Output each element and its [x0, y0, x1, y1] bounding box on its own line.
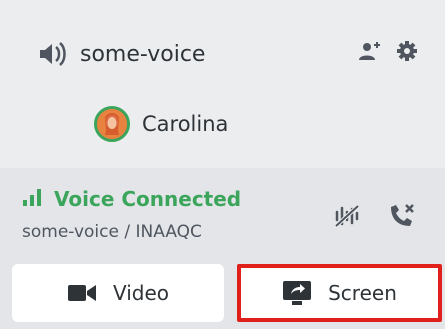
screen-share-icon — [282, 280, 312, 306]
user-name: Carolina — [142, 112, 229, 136]
voice-channel-path[interactable]: some-voice / INAAQC — [22, 222, 202, 242]
signal-bars-icon — [22, 188, 44, 210]
screen-button-label: Screen — [328, 281, 397, 305]
camera-icon — [67, 283, 97, 303]
voice-connected-label: Voice Connected — [54, 187, 242, 211]
channel-list: some-voice Carolina — [0, 0, 445, 168]
speaker-icon — [38, 40, 70, 68]
noise-suppression-icon[interactable] — [334, 204, 360, 232]
add-member-icon[interactable] — [358, 40, 382, 66]
voice-status[interactable]: Voice Connected — [22, 187, 241, 211]
avatar — [94, 106, 130, 142]
voice-user-row[interactable]: Carolina — [94, 104, 228, 144]
video-button[interactable]: Video — [12, 264, 224, 322]
channel-name: some-voice — [80, 41, 206, 67]
video-button-label: Video — [112, 281, 170, 305]
screen-share-button[interactable]: Screen — [237, 264, 442, 322]
gear-icon[interactable] — [396, 40, 418, 66]
disconnect-call-icon[interactable] — [388, 203, 416, 233]
voice-channel-row[interactable]: some-voice — [38, 34, 418, 74]
